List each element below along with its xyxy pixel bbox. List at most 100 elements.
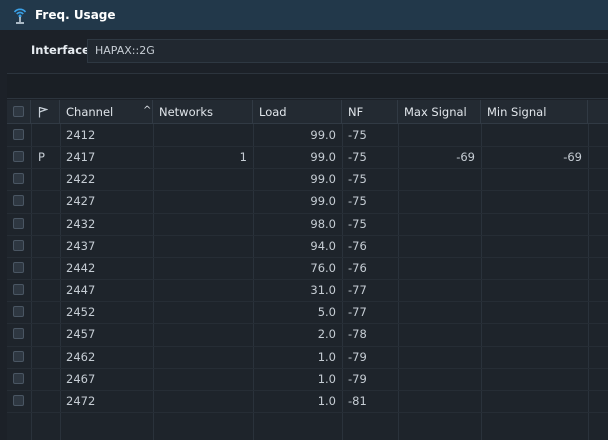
row-networks: 1 bbox=[239, 150, 247, 165]
row-checkbox[interactable] bbox=[13, 239, 24, 251]
header-load[interactable]: Load bbox=[253, 100, 342, 124]
row-flag bbox=[31, 235, 60, 257]
row-checkbox[interactable] bbox=[13, 261, 24, 273]
row-load: 1.0 bbox=[317, 371, 336, 386]
row-checkbox[interactable] bbox=[13, 151, 24, 163]
select-all-checkbox[interactable] bbox=[13, 106, 24, 117]
row-channel: 2412 bbox=[66, 128, 96, 142]
row-flag bbox=[31, 279, 60, 301]
row-checkbox[interactable] bbox=[13, 394, 24, 406]
left-edge-fragment bbox=[0, 270, 7, 380]
table-row[interactable]: 2467 1.0 -79 bbox=[7, 368, 608, 390]
row-nf: -77 bbox=[348, 305, 367, 320]
table-row[interactable]: 2412 99.0 -75 bbox=[7, 124, 608, 146]
header-flag[interactable] bbox=[31, 100, 60, 124]
row-channel: 2467 bbox=[66, 371, 96, 386]
window-title: Freq. Usage bbox=[35, 8, 116, 22]
row-checkbox[interactable] bbox=[13, 306, 24, 318]
row-nf: -77 bbox=[348, 283, 367, 298]
sort-ascending-icon: ^ bbox=[143, 105, 152, 116]
row-load: 76.0 bbox=[310, 260, 336, 275]
row-nf: -79 bbox=[348, 371, 367, 386]
table-row[interactable]: 2462 1.0 -79 bbox=[7, 346, 608, 368]
row-max-signal bbox=[398, 279, 481, 301]
row-min-signal bbox=[481, 168, 588, 190]
row-load: 98.0 bbox=[310, 216, 336, 231]
row-flag bbox=[31, 213, 60, 235]
row-load: 94.0 bbox=[310, 238, 336, 253]
title-bar: Freq. Usage bbox=[0, 0, 608, 30]
row-networks bbox=[153, 368, 253, 390]
row-networks bbox=[153, 257, 253, 279]
table-row[interactable]: 2452 5.0 -77 bbox=[7, 301, 608, 323]
row-channel: 2447 bbox=[66, 283, 96, 298]
row-checkbox[interactable] bbox=[13, 372, 24, 384]
row-load: 31.0 bbox=[310, 283, 336, 298]
row-networks bbox=[153, 323, 253, 345]
header-networks[interactable]: Networks bbox=[153, 100, 253, 124]
row-min-signal bbox=[481, 235, 588, 257]
toolbar-strip bbox=[7, 73, 608, 99]
row-load: 99.0 bbox=[310, 172, 336, 187]
table-row[interactable]: P 2417 1 99.0 -75 -69 -69 bbox=[7, 146, 608, 168]
table-row[interactable]: 2422 99.0 -75 bbox=[7, 168, 608, 190]
row-min-signal: -69 bbox=[563, 150, 582, 165]
table-row[interactable]: 2447 31.0 -77 bbox=[7, 279, 608, 301]
interface-select[interactable]: HAPAX::2G bbox=[87, 39, 608, 63]
row-min-signal bbox=[481, 390, 588, 412]
header-min-signal[interactable]: Min Signal bbox=[481, 100, 588, 124]
row-networks bbox=[153, 346, 253, 368]
row-checkbox[interactable] bbox=[13, 129, 24, 140]
row-flag bbox=[31, 323, 60, 345]
table-row[interactable]: 2432 98.0 -75 bbox=[7, 213, 608, 235]
table-row[interactable]: 2427 99.0 -75 bbox=[7, 190, 608, 212]
row-min-signal bbox=[481, 346, 588, 368]
row-nf: -75 bbox=[348, 128, 367, 142]
row-channel: 2472 bbox=[66, 393, 96, 408]
row-networks bbox=[153, 301, 253, 323]
interface-row: Interface HAPAX::2G bbox=[0, 36, 608, 64]
row-nf: -76 bbox=[348, 238, 367, 253]
row-flag: P bbox=[38, 150, 45, 165]
row-load: 1.0 bbox=[317, 393, 336, 408]
row-checkbox[interactable] bbox=[13, 284, 24, 296]
header-filler bbox=[588, 100, 608, 124]
row-max-signal bbox=[398, 346, 481, 368]
row-min-signal bbox=[481, 124, 588, 146]
table-row[interactable]: 2457 2.0 -78 bbox=[7, 323, 608, 345]
row-nf: -75 bbox=[348, 194, 367, 209]
header-select-all[interactable] bbox=[7, 100, 31, 124]
row-channel: 2422 bbox=[66, 172, 96, 187]
row-divider bbox=[7, 411, 608, 413]
row-checkbox[interactable] bbox=[13, 217, 24, 229]
row-max-signal bbox=[398, 301, 481, 323]
row-min-signal bbox=[481, 301, 588, 323]
row-networks bbox=[153, 235, 253, 257]
row-load: 5.0 bbox=[317, 305, 336, 320]
row-load: 1.0 bbox=[317, 349, 336, 364]
row-load: 99.0 bbox=[310, 194, 336, 209]
header-nf[interactable]: NF bbox=[342, 100, 398, 124]
row-flag bbox=[31, 124, 60, 146]
table-row[interactable]: 2472 1.0 -81 bbox=[7, 390, 608, 412]
row-checkbox[interactable] bbox=[13, 328, 24, 340]
table-header: Channel ^ Networks Load NF Max Signal Mi… bbox=[7, 100, 608, 124]
row-checkbox[interactable] bbox=[13, 350, 24, 362]
row-load: 99.0 bbox=[310, 150, 336, 165]
table-row[interactable]: 2437 94.0 -76 bbox=[7, 235, 608, 257]
row-max-signal bbox=[398, 168, 481, 190]
row-networks bbox=[153, 213, 253, 235]
row-channel: 2417 bbox=[66, 150, 96, 165]
row-networks bbox=[153, 190, 253, 212]
header-max-signal[interactable]: Max Signal bbox=[398, 100, 481, 124]
header-channel[interactable]: Channel ^ bbox=[60, 100, 153, 124]
row-flag bbox=[31, 301, 60, 323]
table-row[interactable]: 2442 76.0 -76 bbox=[7, 257, 608, 279]
row-checkbox[interactable] bbox=[13, 195, 24, 207]
row-flag bbox=[31, 257, 60, 279]
row-nf: -75 bbox=[348, 216, 367, 231]
row-checkbox[interactable] bbox=[13, 173, 24, 185]
row-flag bbox=[31, 346, 60, 368]
wifi-antenna-icon bbox=[11, 5, 29, 25]
row-networks bbox=[153, 124, 253, 146]
